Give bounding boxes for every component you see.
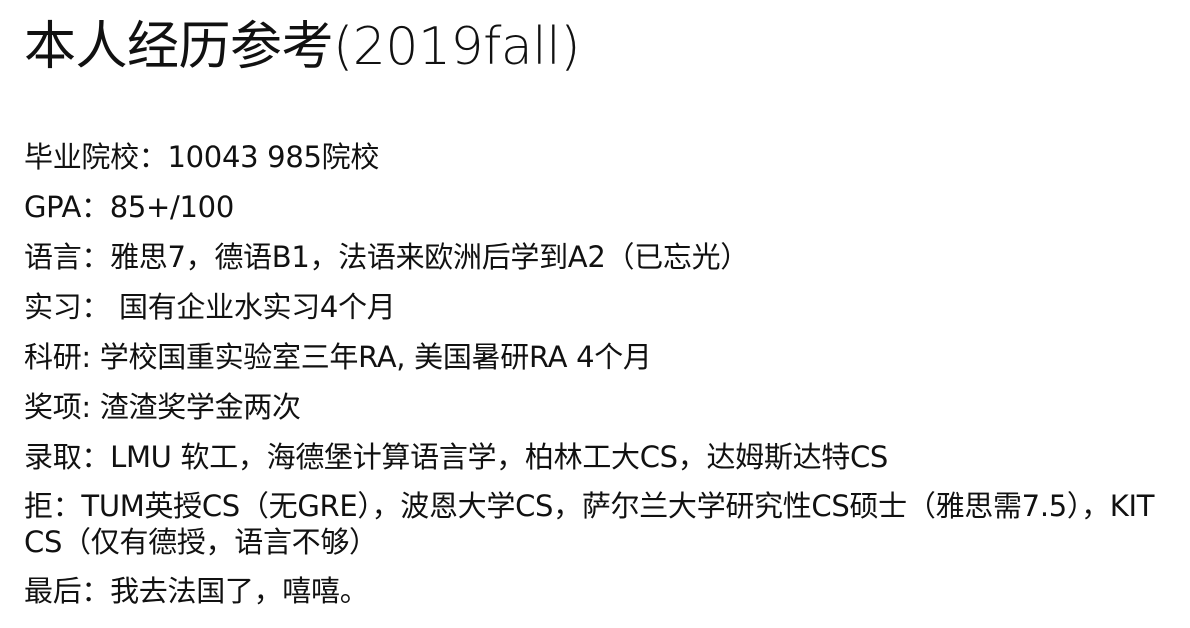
line-gpa: GPA：85+/100	[24, 190, 234, 224]
line-awards: 奖项: 渣渣奖学金两次	[24, 390, 301, 424]
line-final: 最后：我去法国了，嘻嘻。	[24, 574, 369, 608]
line-internship: 实习： 国有企业水实习4个月	[24, 290, 396, 324]
line-rejections: 拒：TUM英授CS（无GRE），波恩大学CS，萨尔兰大学研究性CS硕士（雅思需7…	[24, 489, 1155, 559]
line-school: 毕业院校：10043 985院校	[24, 140, 380, 174]
line-language: 语言：雅思7，德语B1，法语来欧洲后学到A2（已忘光）	[24, 240, 749, 274]
experience-list: 毕业院校：10043 985院校 GPA：85+/100 语言：雅思7，德语B1…	[24, 138, 1174, 622]
line-research: 科研: 学校国重实验室三年RA, 美国暑研RA 4个月	[24, 340, 652, 374]
page-title: 本人经历参考(2019fall)	[24, 17, 580, 77]
line-admissions: 录取：LMU 软工，海德堡计算语言学，柏林工大CS，达姆斯达特CS	[24, 440, 889, 474]
document-page: 本人经历参考(2019fall) 毕业院校：10043 985院校 GPA：85…	[0, 0, 1190, 628]
